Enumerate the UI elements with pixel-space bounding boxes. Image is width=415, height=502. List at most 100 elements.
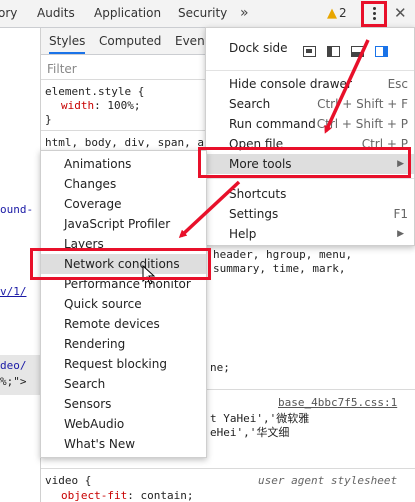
- dock-left-icon[interactable]: [327, 46, 340, 57]
- tab-audits[interactable]: Audits: [37, 0, 75, 27]
- submenu-item-network-conditions[interactable]: Network conditions: [41, 254, 206, 274]
- menu-item-label: Shortcuts: [229, 187, 287, 201]
- menu-item-search[interactable]: Search Ctrl + Shift + F: [206, 94, 414, 114]
- tab-styles[interactable]: Styles: [49, 28, 86, 54]
- font-family-fragment: t YaHei','微软雅: [210, 412, 310, 425]
- menu-item-label: Search: [229, 97, 271, 111]
- submenu-item-label: Coverage: [64, 197, 122, 211]
- menu-item-settings[interactable]: Settings F1: [206, 204, 414, 224]
- submenu-item-label: Sensors: [64, 397, 112, 411]
- menu-item-label: Open file: [229, 137, 284, 151]
- submenu-item-request-blocking[interactable]: Request blocking: [41, 354, 206, 374]
- submenu-arrow-icon: ▶: [397, 229, 404, 239]
- submenu-item-label: Remote devices: [64, 317, 160, 331]
- font-family-fragment: eHei','华文细: [210, 426, 290, 439]
- chevrons-right-icon[interactable]: »: [240, 0, 249, 27]
- submenu-item-remote-devices[interactable]: Remote devices: [41, 314, 206, 334]
- tab-application[interactable]: Application: [94, 0, 161, 27]
- dock-side-row: Dock side: [206, 36, 414, 60]
- submenu-item-label: Request blocking: [64, 357, 167, 371]
- video-rule-selector: video {: [45, 474, 92, 487]
- close-icon[interactable]: ✕: [394, 0, 407, 27]
- elements-tree-strip: ound- v/1/ deo/ %;">: [0, 28, 41, 502]
- submenu-item-label: What's New: [64, 437, 136, 451]
- tree-fragment: deo/: [0, 359, 27, 372]
- submenu-item-performance-monitor[interactable]: Performance monitor: [41, 274, 206, 294]
- user-agent-label: user agent stylesheet: [258, 474, 398, 487]
- submenu-item-label: Quick source: [64, 297, 142, 311]
- submenu-item-animations[interactable]: Animations: [41, 154, 206, 174]
- devtools-tab-bar: ory Audits Application Security » ▲ 2 ✕: [0, 0, 415, 28]
- submenu-item-changes[interactable]: Changes: [41, 174, 206, 194]
- kebab-icon[interactable]: [363, 2, 385, 24]
- menu-item-help[interactable]: Help ▶: [206, 224, 414, 244]
- submenu-item-rendering[interactable]: Rendering: [41, 334, 206, 354]
- rule-selector-fragment: summary, time, mark,: [213, 262, 346, 275]
- undock-icon[interactable]: [303, 46, 316, 57]
- css-property: object-fit: [61, 489, 128, 502]
- filter-input[interactable]: [45, 58, 199, 79]
- element-style-close: }: [45, 113, 52, 126]
- menu-item-shortcut: F1: [393, 207, 408, 221]
- rule-selector-fragment: header, hgroup, menu,: [213, 248, 353, 261]
- warning-icon: ▲: [327, 6, 337, 21]
- submenu-item-quick-source[interactable]: Quick source: [41, 294, 206, 314]
- warnings-count: 2: [339, 6, 347, 20]
- menu-item-shortcut: Ctrl + Shift + P: [316, 117, 408, 131]
- submenu-item-coverage[interactable]: Coverage: [41, 194, 206, 214]
- tab-security[interactable]: Security: [178, 0, 227, 27]
- submenu-item-label: Performance monitor: [64, 277, 191, 291]
- video-declaration[interactable]: object-fit: contain;: [61, 489, 193, 502]
- stylesheet-source-link[interactable]: base_4bbc7f5.css:1: [278, 396, 397, 409]
- submenu-item-label: Animations: [64, 157, 132, 171]
- menu-item-label: More tools: [229, 157, 292, 171]
- dock-bottom-icon[interactable]: [351, 46, 364, 57]
- submenu-item-layers[interactable]: Layers: [41, 234, 206, 254]
- submenu-item-label: Changes: [64, 177, 117, 191]
- submenu-item-label: Rendering: [64, 337, 126, 351]
- css-property: width: [61, 99, 95, 112]
- warnings-badge[interactable]: ▲ 2: [327, 0, 347, 27]
- menu-item-shortcut: Ctrl + Shift + F: [317, 97, 408, 111]
- menu-item-label: Run command: [229, 117, 316, 131]
- dock-right-icon[interactable]: [375, 46, 388, 57]
- submenu-item-label: Layers: [64, 237, 104, 251]
- menu-item-more-tools[interactable]: More tools ▶: [206, 154, 414, 174]
- submenu-item-sensors[interactable]: Sensors: [41, 394, 206, 414]
- menu-item-label: Help: [229, 227, 257, 241]
- tab-computed[interactable]: Computed: [99, 28, 161, 54]
- menu-item-label: Settings: [229, 207, 279, 221]
- css-value: contain;: [140, 489, 194, 502]
- submenu-item-label: Search: [64, 377, 106, 391]
- css-value: 100%;: [107, 99, 141, 112]
- submenu-item-webaudio[interactable]: WebAudio: [41, 414, 206, 434]
- submenu-arrow-icon: ▶: [397, 159, 404, 169]
- tree-fragment: ound-: [0, 203, 34, 216]
- customize-devtools-menu: Dock side Hide console drawer Esc Search C…: [205, 27, 415, 246]
- html-rule-selector: html, body, div, span, a: [45, 136, 204, 149]
- submenu-item-whats-new[interactable]: What's New: [41, 434, 206, 454]
- rule-value-fragment: ne;: [210, 361, 230, 374]
- tree-fragment[interactable]: v/1/: [0, 285, 27, 298]
- element-style-selector: element.style {: [45, 85, 145, 98]
- menu-item-shortcuts[interactable]: Shortcuts: [206, 184, 414, 204]
- rule-divider: [41, 468, 415, 469]
- more-tools-submenu: Animations Changes Coverage JavaScript P…: [40, 150, 207, 458]
- submenu-item-search[interactable]: Search: [41, 374, 206, 394]
- submenu-item-label: Network conditions: [64, 257, 180, 271]
- tree-fragment: %;">: [0, 375, 27, 388]
- menu-item-shortcut: Ctrl + P: [361, 137, 408, 151]
- menu-item-label: Hide console drawer: [229, 77, 352, 91]
- menu-item-hide-console-drawer[interactable]: Hide console drawer Esc: [206, 74, 414, 94]
- element-style-declaration[interactable]: width: 100%;: [61, 99, 141, 112]
- submenu-item-label: JavaScript Profiler: [64, 217, 171, 231]
- menu-item-shortcut: Esc: [387, 77, 408, 91]
- menu-separator: [206, 70, 414, 71]
- menu-item-open-file[interactable]: Open file Ctrl + P: [206, 134, 414, 154]
- menu-item-run-command[interactable]: Run command Ctrl + Shift + P: [206, 114, 414, 134]
- tab-partial[interactable]: ory: [0, 0, 17, 27]
- submenu-item-label: WebAudio: [64, 417, 125, 431]
- submenu-item-javascript-profiler[interactable]: JavaScript Profiler: [41, 214, 206, 234]
- dock-side-label: Dock side: [229, 41, 288, 55]
- menu-separator: [206, 178, 414, 179]
